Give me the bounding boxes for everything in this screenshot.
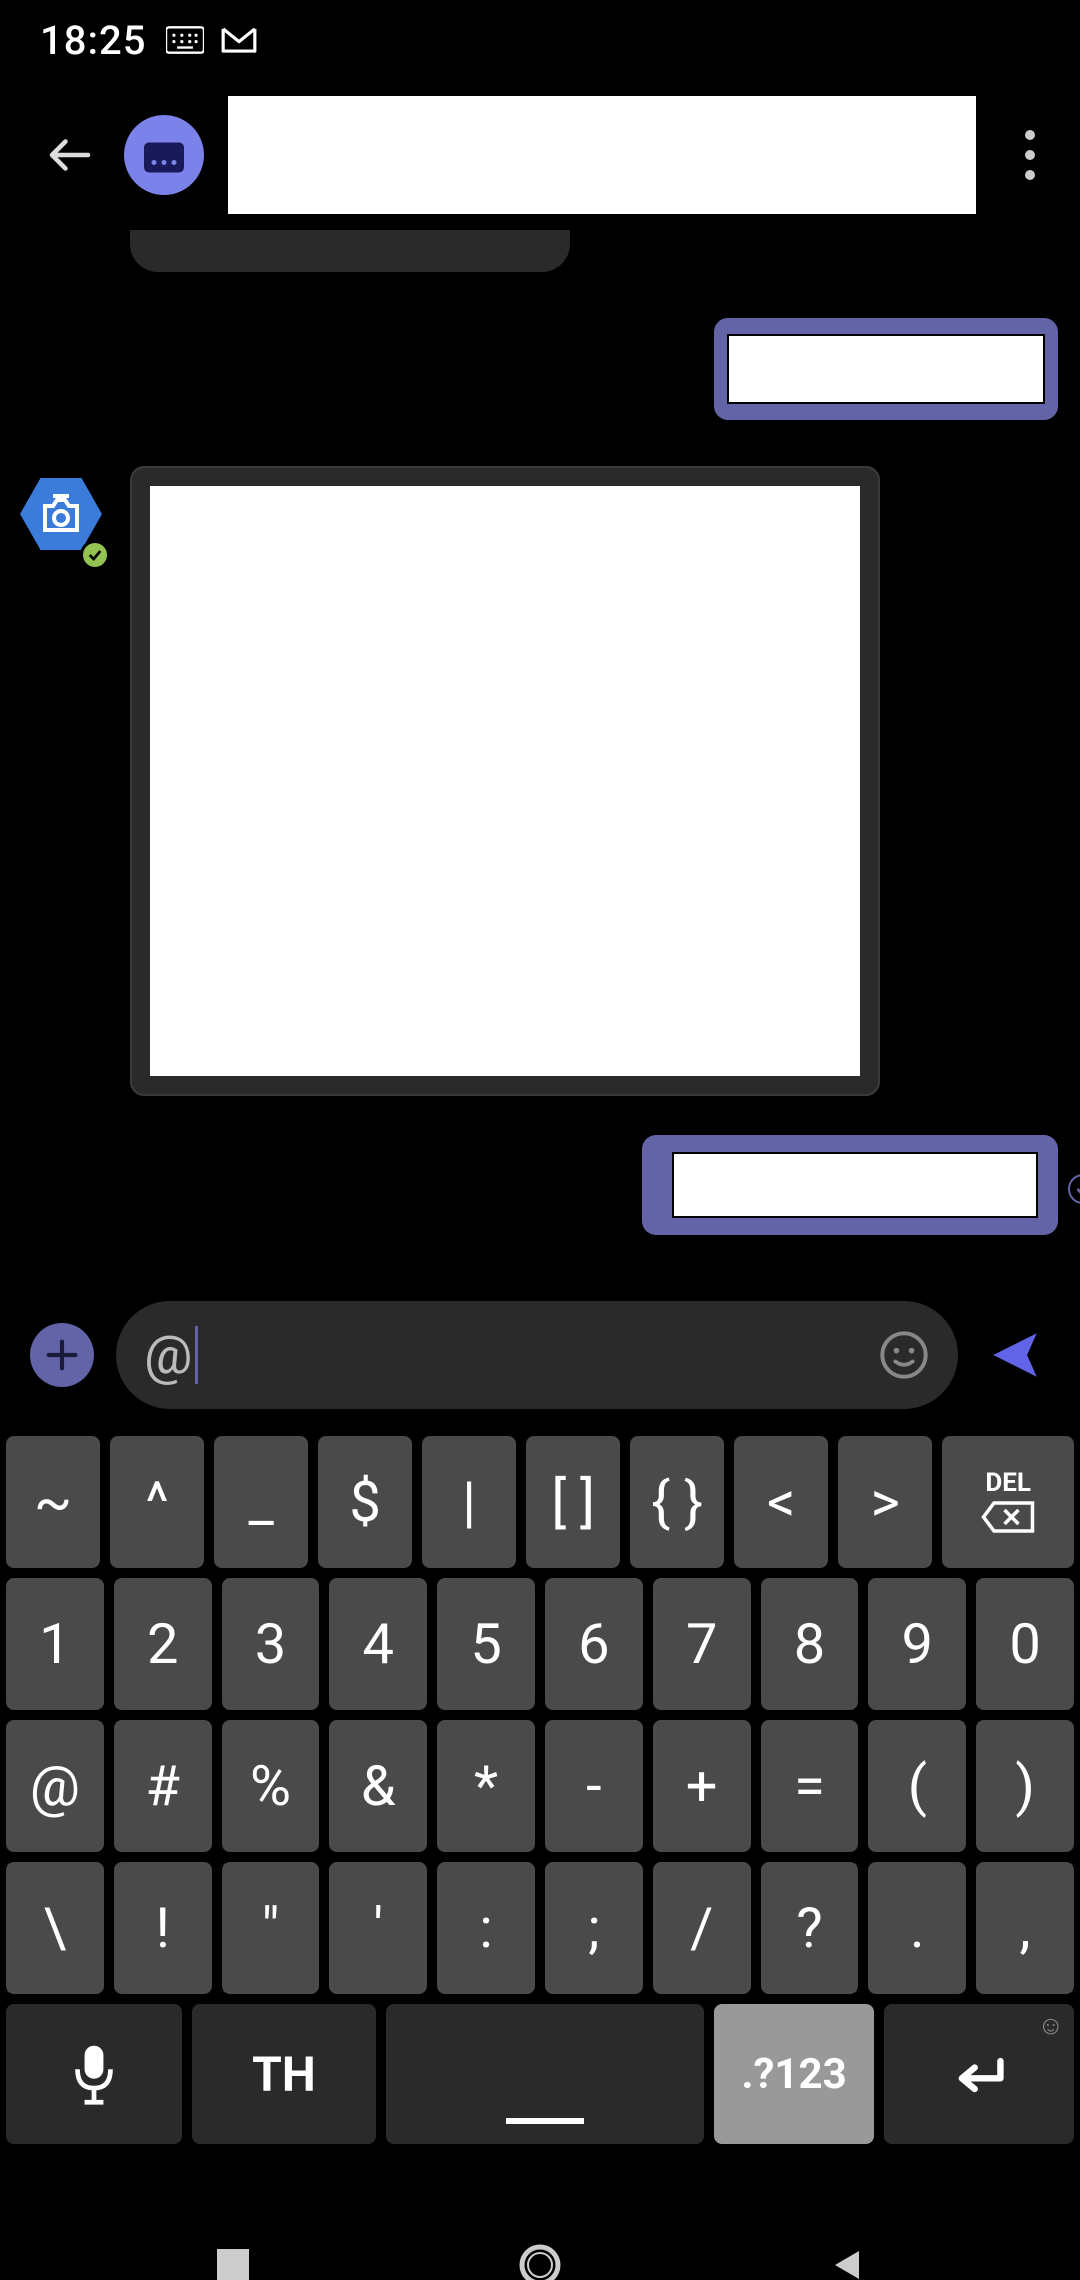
sender-avatar-wrap[interactable]: [20, 478, 110, 568]
plus-icon: [42, 1335, 82, 1375]
key-asterisk[interactable]: *: [437, 1720, 535, 1852]
message-delivered-icon: [1068, 1174, 1080, 1204]
navigation-bar: [0, 2200, 1080, 2280]
sent-message-1[interactable]: [714, 318, 1058, 420]
key-5[interactable]: 5: [437, 1578, 535, 1710]
key-symbols-toggle[interactable]: .?123: [714, 2004, 874, 2144]
space-indicator-icon: [506, 2118, 584, 2124]
add-attachment-button[interactable]: [30, 1323, 94, 1387]
nav-home-button[interactable]: [510, 2235, 570, 2280]
more-dot-icon: [1025, 130, 1035, 140]
key-7[interactable]: 7: [653, 1578, 751, 1710]
status-icons: [166, 25, 258, 55]
key-1[interactable]: 1: [6, 1578, 104, 1710]
key-minus[interactable]: -: [545, 1720, 643, 1852]
key-space[interactable]: [386, 2004, 704, 2144]
key-enter[interactable]: ☺: [884, 2004, 1074, 2144]
send-icon: [986, 1326, 1044, 1384]
compose-input[interactable]: @: [116, 1301, 958, 1409]
status-time: 18:25: [40, 17, 146, 64]
key-less-than[interactable]: <: [734, 1436, 828, 1568]
key-slash[interactable]: /: [653, 1862, 751, 1994]
nav-recent-button[interactable]: [203, 2235, 263, 2280]
key-delete[interactable]: DEL: [942, 1436, 1074, 1568]
key-paren-open[interactable]: (: [868, 1720, 966, 1852]
key-squote[interactable]: ': [329, 1862, 427, 1994]
keyboard-indicator-icon: [166, 25, 204, 55]
presence-available-icon: [80, 540, 110, 570]
more-options-button[interactable]: [1000, 115, 1060, 195]
channel-avatar[interactable]: [124, 115, 204, 195]
key-ampersand[interactable]: &: [329, 1720, 427, 1852]
key-delete-label: DEL: [985, 1468, 1031, 1498]
emoji-hint-icon: ☺: [1037, 2010, 1064, 2041]
compose-bar: @: [0, 1280, 1080, 1430]
key-brackets[interactable]: [ ]: [526, 1436, 620, 1568]
message-bubble-partial[interactable]: [130, 230, 570, 272]
key-plus[interactable]: +: [653, 1720, 751, 1852]
key-at[interactable]: @: [6, 1720, 104, 1852]
soft-keyboard: ~ ^ _ $ | [ ] { } < > DEL 1 2 3 4 5 6 7 …: [0, 1430, 1080, 2200]
key-8[interactable]: 8: [761, 1578, 859, 1710]
key-pipe[interactable]: |: [422, 1436, 516, 1568]
key-paren-close[interactable]: ): [976, 1720, 1074, 1852]
camera-icon: [37, 490, 85, 538]
key-hash[interactable]: #: [114, 1720, 212, 1852]
key-braces[interactable]: { }: [630, 1436, 724, 1568]
sender-avatar: [20, 478, 102, 550]
back-button[interactable]: [30, 115, 110, 195]
compose-text-value: @: [144, 1324, 193, 1387]
key-comma[interactable]: ,: [976, 1862, 1074, 1994]
key-9[interactable]: 9: [868, 1578, 966, 1710]
key-dollar[interactable]: $: [318, 1436, 412, 1568]
key-question[interactable]: ?: [761, 1862, 859, 1994]
sent-message-2[interactable]: [642, 1135, 1058, 1235]
key-caret[interactable]: ^: [110, 1436, 204, 1568]
key-0[interactable]: 0: [976, 1578, 1074, 1710]
key-underscore[interactable]: _: [214, 1436, 308, 1568]
back-arrow-icon: [43, 128, 97, 182]
key-equals[interactable]: =: [761, 1720, 859, 1852]
calendar-icon: [139, 135, 189, 175]
key-semicolon[interactable]: ;: [545, 1862, 643, 1994]
key-2[interactable]: 2: [114, 1578, 212, 1710]
message-content: [727, 334, 1045, 404]
key-language[interactable]: TH: [192, 2004, 376, 2144]
status-bar: 18:25: [0, 0, 1080, 80]
key-exclaim[interactable]: !: [114, 1862, 212, 1994]
more-dot-icon: [1025, 150, 1035, 160]
chat-messages[interactable]: [0, 230, 1080, 1280]
nav-back-button[interactable]: [817, 2235, 877, 2280]
emoji-button[interactable]: [878, 1329, 930, 1381]
text-cursor: [195, 1326, 198, 1384]
message-content: [672, 1152, 1038, 1218]
chat-title[interactable]: [228, 96, 976, 214]
circle-icon: [516, 2241, 564, 2280]
key-3[interactable]: 3: [222, 1578, 320, 1710]
triangle-back-icon: [827, 2245, 867, 2280]
key-dquote[interactable]: ": [222, 1862, 320, 1994]
app-bar: [0, 80, 1080, 230]
backspace-icon: [980, 1498, 1036, 1536]
key-percent[interactable]: %: [222, 1720, 320, 1852]
key-4[interactable]: 4: [329, 1578, 427, 1710]
gmail-icon: [220, 25, 258, 55]
key-greater-than[interactable]: >: [838, 1436, 932, 1568]
key-6[interactable]: 6: [545, 1578, 643, 1710]
send-button[interactable]: [980, 1320, 1050, 1390]
key-colon[interactable]: :: [437, 1862, 535, 1994]
received-message[interactable]: [130, 466, 880, 1096]
compose-text: @: [144, 1324, 866, 1387]
mic-icon: [69, 2041, 119, 2107]
more-dot-icon: [1025, 170, 1035, 180]
enter-icon: [949, 2050, 1009, 2098]
message-content: [150, 486, 860, 1076]
key-backslash[interactable]: \: [6, 1862, 104, 1994]
key-period[interactable]: .: [868, 1862, 966, 1994]
square-icon: [213, 2245, 253, 2280]
key-mic[interactable]: [6, 2004, 182, 2144]
key-tilde[interactable]: ~: [6, 1436, 100, 1568]
